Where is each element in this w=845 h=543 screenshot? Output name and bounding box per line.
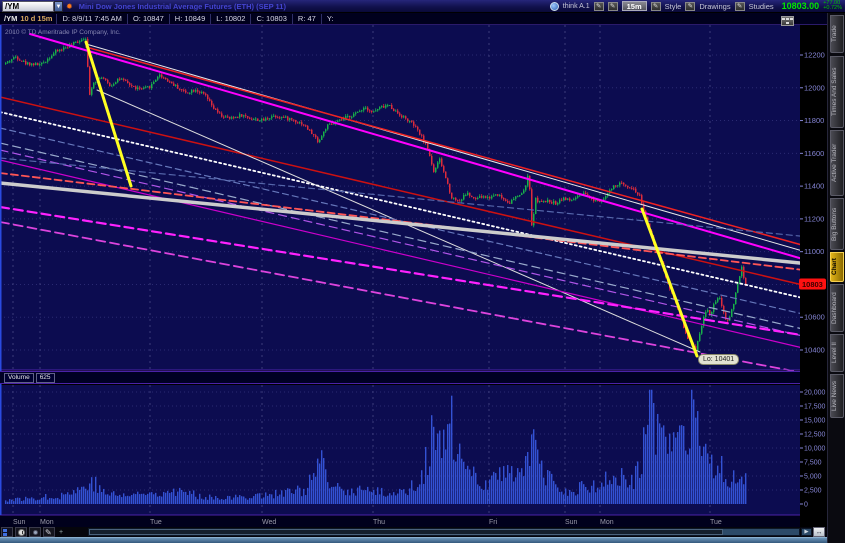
svg-text:Wed: Wed: [262, 519, 276, 526]
clock-icon[interactable]: [15, 527, 27, 537]
svg-text:10803: 10803: [802, 280, 823, 289]
tab-times-and-sales[interactable]: Times And Sales: [830, 56, 844, 128]
svg-text:Tue: Tue: [150, 519, 162, 526]
svg-text:5,000: 5,000: [804, 474, 822, 481]
volume-study-label[interactable]: Volume: [4, 373, 34, 383]
svg-text:2,500: 2,500: [804, 488, 822, 495]
ohlc-cell: C: 10803: [250, 14, 291, 24]
svg-text:Mon: Mon: [40, 519, 54, 526]
grid-icon[interactable]: [1, 527, 13, 537]
camera-icon[interactable]: [29, 527, 41, 537]
starburst-icon[interactable]: ✹: [66, 2, 73, 11]
svg-text:Fri: Fri: [489, 519, 498, 526]
svg-text:0: 0: [804, 502, 808, 509]
svg-text:11800: 11800: [804, 116, 824, 125]
svg-text:10400: 10400: [804, 346, 825, 355]
think-account-label: think A.1: [563, 3, 590, 10]
change-percent: +0.72%: [823, 6, 842, 12]
pencil-icon[interactable]: ✎: [43, 527, 55, 537]
svg-text:11600: 11600: [804, 149, 824, 158]
svg-text:12,500: 12,500: [804, 432, 826, 439]
svg-text:15,000: 15,000: [804, 418, 826, 425]
svg-text:10,000: 10,000: [804, 446, 826, 453]
svg-text:Thu: Thu: [373, 519, 385, 526]
ohlc-data-bar: /YM10 d 15m D: 8/9/11 7:45 AMO: 10847H: …: [0, 13, 828, 25]
low-annotation-bubble: Lo: 10401: [698, 354, 739, 365]
svg-text:Sun: Sun: [565, 519, 578, 526]
ohlc-cells: D: 8/9/11 7:45 AMO: 10847H: 10849L: 1080…: [56, 14, 338, 24]
drawings-button[interactable]: Drawings: [699, 2, 730, 11]
svg-text:Tue: Tue: [710, 519, 722, 526]
title-bar: ▼ ✹ Mini Dow Jones Industrial Average Fu…: [0, 0, 845, 13]
instrument-title: Mini Dow Jones Industrial Average Future…: [79, 2, 286, 11]
svg-text:17,500: 17,500: [804, 404, 826, 411]
chart-region: 1220012000118001160011400112001100010800…: [0, 25, 827, 527]
main-chart[interactable]: 1220012000118001160011400112001100010800…: [0, 25, 827, 527]
svg-text:Mon: Mon: [600, 519, 614, 526]
style-button[interactable]: Style: [665, 2, 682, 11]
scroll-right-icon[interactable]: ▶: [801, 528, 812, 536]
volume-study-value: 625: [36, 373, 55, 383]
globe-icon[interactable]: [550, 2, 559, 11]
symbol-box: ▼: [2, 1, 63, 12]
restore-icon[interactable]: [781, 16, 794, 26]
chart-scrollbar-thumb[interactable]: [89, 529, 723, 535]
bottom-toolbar: ✎ + ▶ ↔: [0, 527, 827, 537]
ohlc-cell: D: 8/9/11 7:45 AM: [56, 14, 126, 24]
volume-study-header: Volume 625: [0, 371, 800, 384]
tab-chart[interactable]: Chart: [830, 252, 844, 282]
bottom-status-strip: [0, 537, 827, 543]
svg-text:7,500: 7,500: [804, 460, 822, 467]
svg-text:11400: 11400: [804, 182, 824, 191]
price-change: +77.00 +0.72%: [823, 1, 842, 12]
ohlc-cell: R: 47: [292, 14, 321, 24]
tab-active-trader[interactable]: Active Trader: [830, 130, 844, 196]
chart-scrollbar-track[interactable]: [88, 528, 800, 536]
ohlc-cell: Y:: [321, 14, 339, 24]
right-tab-strip: Trade Times And Sales Active Trader Big But…: [827, 13, 845, 543]
copyright-text: 2010 © TD Ameritrade IP Company, Inc.: [5, 29, 121, 36]
svg-text:12200: 12200: [804, 51, 825, 60]
thinkorswim-chart-window: ▼ ✹ Mini Dow Jones Industrial Average Fu…: [0, 0, 845, 543]
symbol-timeframe-badge: /YM10 d 15m: [0, 14, 56, 23]
timeframe-button[interactable]: 15m: [622, 1, 647, 11]
pencil-icon[interactable]: ✎: [608, 2, 618, 11]
add-icon[interactable]: +: [59, 529, 63, 536]
pencil-icon[interactable]: ✎: [594, 2, 604, 11]
tab-trade[interactable]: Trade: [830, 15, 844, 53]
svg-text:20,000: 20,000: [804, 390, 826, 397]
pencil-icon[interactable]: ✎: [651, 2, 661, 11]
ohlc-cell: H: 10849: [169, 14, 210, 24]
svg-text:11000: 11000: [804, 247, 824, 256]
studies-button[interactable]: Studies: [749, 2, 774, 11]
expand-range-icon[interactable]: ↔: [813, 527, 825, 537]
symbol-input[interactable]: [2, 1, 54, 12]
pencil-icon[interactable]: ✎: [685, 2, 695, 11]
svg-text:Sun: Sun: [13, 519, 26, 526]
ohlc-cell: O: 10847: [127, 14, 169, 24]
svg-text:11200: 11200: [804, 214, 824, 223]
symbol-dropdown-icon[interactable]: ▼: [54, 1, 63, 12]
tab-dashboard[interactable]: Dashboard: [830, 284, 844, 332]
last-price: 10803.00: [782, 1, 820, 11]
titlebar-controls: think A.1 ✎ ✎ 15m ✎ Style ✎ Drawings ✎ S…: [550, 1, 843, 12]
ohlc-cell: L: 10802: [210, 14, 250, 24]
svg-text:10600: 10600: [804, 313, 825, 322]
tab-big-buttons[interactable]: Big Buttons: [830, 198, 844, 250]
tab-live-news[interactable]: Live News: [830, 374, 844, 418]
bottom-icons: ✎ +: [1, 527, 63, 537]
tab-level-ii[interactable]: Level II: [830, 334, 844, 372]
svg-text:12000: 12000: [804, 83, 825, 92]
pencil-icon[interactable]: ✎: [735, 2, 745, 11]
